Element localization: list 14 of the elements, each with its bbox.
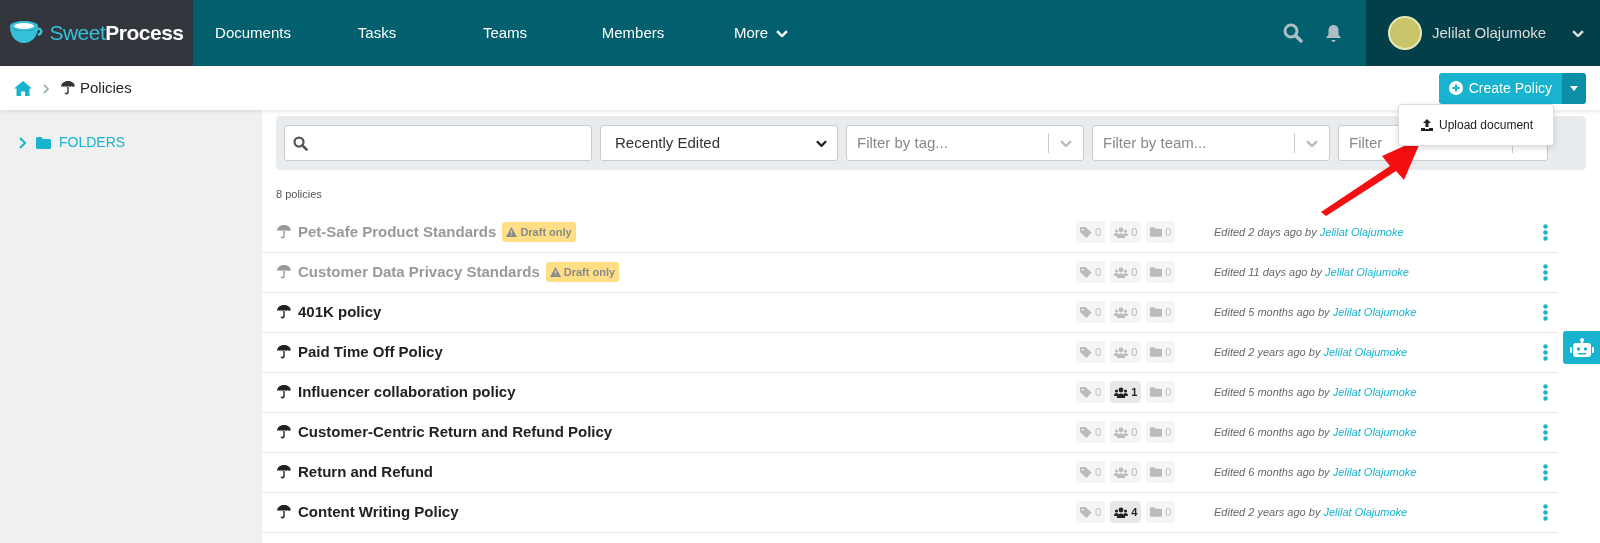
edited-info: Edited 5 months ago by Jelilat Olajumoke (1214, 384, 1418, 400)
edited-info: Edited 2 days ago by Jelilat Olajumoke (1214, 224, 1405, 240)
edited-info: Edited 11 days ago by Jelilat Olajumoke (1214, 264, 1410, 280)
edited-info: Edited 2 years ago by Jelilat Olajumoke (1214, 504, 1409, 520)
edited-info: Edited 6 months ago by Jelilat Olajumoke (1214, 424, 1418, 440)
edited-info: Edited 2 years ago by Jelilat Olajumoke (1214, 344, 1409, 360)
draft-badge: Draft only (502, 221, 576, 243)
edited-info: Edited 6 months ago by Jelilat Olajumoke (1214, 464, 1418, 480)
breadcrumb-current: Policies (80, 77, 132, 98)
edited-info: Edited 5 months ago by Jelilat Olajumoke (1214, 304, 1418, 320)
policy-count: 8 policies (276, 187, 322, 202)
team-count: 4 (1110, 500, 1142, 524)
team-count: 1 (1110, 380, 1142, 404)
draft-badge: Draft only (545, 261, 620, 283)
